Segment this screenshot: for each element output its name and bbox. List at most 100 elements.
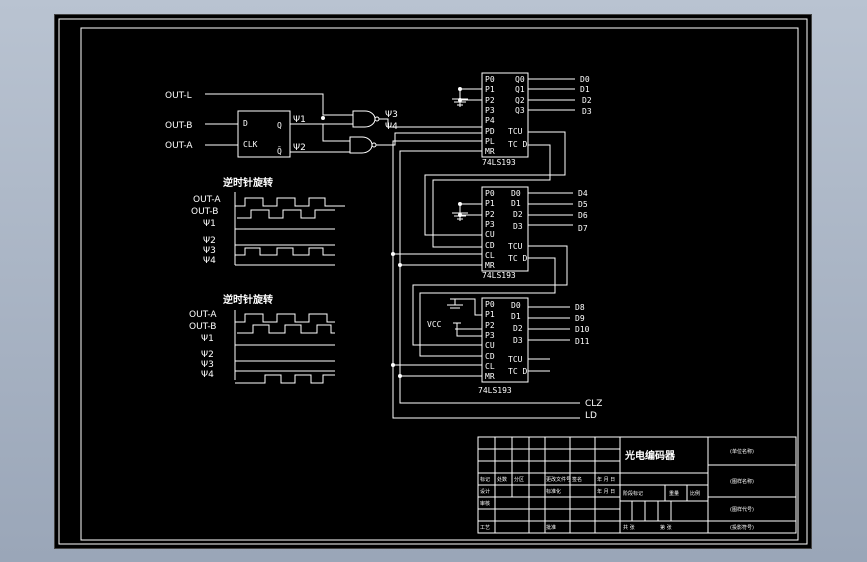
pin: CD [485,241,495,250]
counter-1-right-pins: Q0 Q1 Q2 Q3 TCU TC D [508,75,527,149]
junction-dot [458,202,462,206]
tb-cell: 更改文件号 [546,476,571,483]
bus-clz-label: CLZ [585,399,602,409]
counter-1-left-pins: P0 P1 P2 P3 P4 PD PL MR [485,75,495,156]
timing-label: Ψ3 [201,360,214,370]
timing-label: OUT-A [189,310,217,320]
tb-cell: 共 张 [623,524,635,531]
wire-out-l [205,93,353,116]
output-d1: D1 [580,85,590,94]
output-d9: D9 [575,314,585,323]
timing-1-wave-b [237,209,335,219]
tb-row-label: 工艺 [480,525,490,531]
ff-qbar-pin: Q̄ [277,146,282,156]
output-d2: D2 [582,96,592,105]
pin: P2 [485,96,495,105]
pin: Q0 [515,75,525,84]
pin: D2 [513,324,523,333]
pin: D0 [511,189,521,198]
pin: Q2 [515,96,525,105]
counter-3-label: 74LS193 [478,386,512,395]
junction-dot [391,363,395,367]
counter-1-ground-wires [459,88,482,107]
pin: P3 [485,331,495,340]
tb-right-cell: (图样名称) [730,478,754,485]
tb-right-cell: (图样代号) [730,506,754,513]
pin: PL [485,137,495,146]
counter-2-label: 74LS193 [482,271,516,280]
tb-row-label: 审核 [480,500,490,507]
timing-2-wave-b [237,324,335,334]
tb-cell: 年 月 日 [597,488,615,495]
pin: MR [485,147,495,156]
label-phi2: Ψ2 [293,143,306,153]
timing-1-wave-a [235,197,345,207]
wire-phi4 [376,132,482,146]
timing-1-wave-phi3 [235,247,335,256]
bus-ld-label: LD [585,411,597,421]
pin: P4 [485,116,495,125]
tb-cell: 签名 [572,476,582,483]
counter-2-left-pins: P0 P1 P2 P3 CU CD CL MR [485,189,495,270]
pin: D3 [513,336,523,345]
tb-right-cell: (投影符号) [730,524,754,531]
pin: CL [485,251,495,260]
wire-phi1 [290,123,350,142]
pin: TC D [508,140,527,149]
wire-cl3-mr3 [393,364,482,377]
pin: Q1 [515,85,525,94]
and-gate-1 [352,110,376,128]
counter-3-vcc-wires [453,322,482,337]
input-label-out-a: OUT-A [165,141,193,151]
pin: P2 [485,321,495,330]
counter-1-label: 74LS193 [482,158,516,167]
output-d3: D3 [582,107,592,116]
junction-dot [458,87,462,91]
output-d5: D5 [578,200,588,209]
pin: P0 [485,300,495,309]
d-flipflop [237,110,291,158]
tb-cell: 第 张 [660,524,672,531]
junction-dot [391,252,395,256]
ff-clk-pin: CLK [243,140,258,149]
timing-label: OUT-A [193,195,221,205]
pin: TCU [508,355,523,364]
junction-dot [458,213,462,217]
timing-label: Ψ1 [201,334,214,344]
timing-label: Ψ2 [203,236,216,246]
pin: D1 [511,199,521,208]
wire-cl2-mr2 [393,253,482,266]
tb-row-label: 设计 [480,488,490,495]
tb-cell: 处数 [497,476,507,483]
timing-label: Ψ3 [203,246,216,256]
pin: CD [485,352,495,361]
counter-2-right-pins: D0 D1 D2 D3 TCU TC D [508,189,527,263]
output-d8: D8 [575,303,585,312]
output-d4: D4 [578,189,588,198]
inner-border [80,27,799,541]
timing-label: OUT-B [189,322,216,332]
pin: D1 [511,312,521,321]
input-label-out-l: OUT-L [165,91,192,101]
output-d7: D7 [578,224,588,233]
pin: CU [485,341,495,350]
pin: P0 [485,189,495,198]
pin: D3 [513,222,523,231]
pin: Q3 [515,106,525,115]
tb-cell: 分区 [514,476,524,483]
timing-1-labels: OUT-A OUT-B Ψ1 Ψ2 Ψ3 Ψ4 [191,195,221,266]
timing-2-wave-a [235,313,335,323]
timing-2-title: 逆时针旋转 [223,293,273,306]
label-phi1: Ψ1 [293,115,306,125]
counter-2-out-wires [528,192,573,226]
pin: TCU [508,242,523,251]
timing-1-title: 逆时针旋转 [223,176,273,189]
pin: D2 [513,210,523,219]
vcc-label: VCC [427,320,442,329]
junction-dot [398,263,402,267]
counter-3-ground-wires [447,298,482,316]
counter-3-out-wires [528,306,570,341]
timing-label: Ψ4 [203,256,216,266]
pin: P2 [485,210,495,219]
pin: P3 [485,220,495,229]
